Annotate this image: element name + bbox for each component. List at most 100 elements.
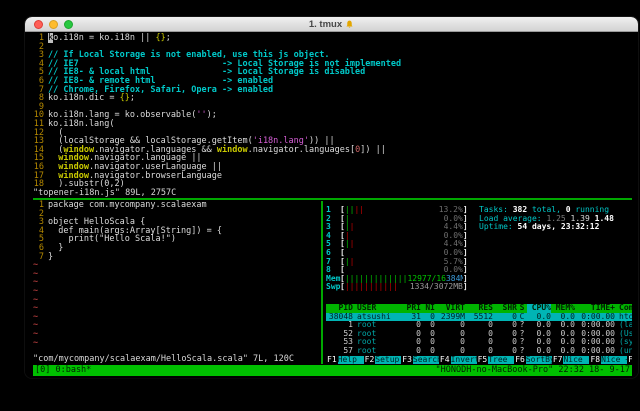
meter-bar-red: | (345, 232, 350, 241)
js-code-lines: 1ko.i18n = ko.i18n || {};23// If Local S… (33, 34, 632, 189)
meter-bar-red: ||||||||||| (345, 283, 398, 292)
meter-bar-red: | (350, 223, 355, 232)
vim-tilde: ~ (33, 321, 321, 330)
fkey-button[interactable]: F9Kill (627, 356, 632, 365)
meter-value: 1334/3072MB (410, 283, 463, 292)
code-line: 1ko.i18n = ko.i18n || {}; (33, 34, 632, 43)
terminal-window: 1. tmux 1ko.i18n = ko.i18n || {};23// If… (25, 17, 638, 378)
process-row[interactable]: 1root00000?0.00.00:00.00(launchd) (326, 321, 632, 330)
fkey-button[interactable]: F2Setup (364, 356, 402, 365)
htop-function-key-bar: F1HelpF2SetupF3SearchF4InvertF5TreeF6Sor… (326, 356, 632, 365)
traffic-lights (34, 17, 73, 31)
meter-label: Swp (326, 283, 340, 292)
meter-bar-red: | (350, 258, 355, 267)
tmux-hostname-clock: "HONODH-no-MacBook-Pro" 22:32 18- 9-17 (436, 365, 630, 376)
scala-code-lines: 1package com.mycompany.scalaexam23object… (33, 201, 321, 261)
column-header[interactable]: RES (465, 304, 493, 313)
meter-value: 384MB (446, 275, 463, 284)
vim-js-statusline: "topener-i18n.js" 89L, 2757C (33, 189, 632, 198)
meter-value: 4.4% (444, 240, 463, 249)
vim-tilde: ~ (33, 339, 321, 348)
fkey-number: F6 (514, 356, 526, 365)
window-titlebar[interactable]: 1. tmux (25, 17, 638, 32)
zoom-button[interactable] (64, 20, 73, 29)
meter-bar-red: | (350, 240, 355, 249)
code-line: 8ko.i18n.dic = {}; (33, 94, 632, 103)
code-line: 6 } (33, 244, 321, 253)
fkey-button[interactable]: F8Nice + (589, 356, 627, 365)
fkey-button[interactable]: F5Tree (477, 356, 515, 365)
fkey-label: SortBy (526, 356, 552, 365)
terminal-content: 1ko.i18n = ko.i18n || {};23// If Local S… (25, 32, 638, 378)
column-header[interactable]: TIME+ (575, 304, 615, 313)
fkey-number: F2 (364, 356, 376, 365)
column-header[interactable]: MEM% (551, 304, 575, 313)
column-header[interactable]: SHR (493, 304, 517, 313)
fkey-label: Nice + (601, 356, 627, 365)
bell-icon (345, 20, 354, 29)
cpu-meter: 3[||4.4%] (326, 223, 474, 232)
vim-tilde: ~ (33, 304, 321, 313)
fkey-label: Setup (375, 356, 401, 365)
meter-bar-red: || (354, 206, 364, 215)
vim-tilde: ~ (33, 330, 321, 339)
cpu-meter: 4[|0.0%] (326, 232, 474, 241)
fkey-button[interactable]: F1Help (326, 356, 364, 365)
fkey-number: F1 (326, 356, 338, 365)
process-row[interactable]: 53root00000?0.00.00:00.00(syslogd) (326, 338, 632, 347)
column-header[interactable]: CPU% (527, 304, 551, 313)
fkey-button[interactable]: F3Search (401, 356, 439, 365)
meter-value: 0.0% (444, 266, 463, 275)
meter-bar-green: || (345, 206, 355, 215)
meter-value: 0.0% (444, 232, 463, 241)
column-header[interactable]: S (517, 304, 527, 313)
fkey-number: F7 (552, 356, 564, 365)
window-title-text: 1. tmux (309, 19, 342, 30)
htop-pane[interactable]: 1[||||13.2%]2[|0.0%]3[||4.4%]4[|0.0%]5[|… (323, 201, 632, 364)
code-line: 11ko.i18n.lang( (33, 120, 632, 129)
minimize-button[interactable] (49, 20, 58, 29)
meter-value: 5.7% (444, 258, 463, 267)
meter-value: 12977/16 (407, 275, 446, 284)
column-header[interactable]: PRI (403, 304, 421, 313)
code-line: 7} (33, 253, 321, 262)
fkey-label: Search (413, 356, 439, 365)
column-header[interactable]: NI (421, 304, 435, 313)
meter-bar-green: | (345, 215, 350, 224)
fkey-button[interactable]: F6SortBy (514, 356, 552, 365)
column-header[interactable]: USER (353, 304, 403, 313)
cpu-meter: 7[||5.7%] (326, 258, 474, 267)
meter-value: 0.0% (444, 249, 463, 258)
fkey-number: F8 (589, 356, 601, 365)
vim-scala-pane[interactable]: 1package com.mycompany.scalaexam23object… (33, 201, 321, 364)
fkey-button[interactable]: F7Nice - (552, 356, 590, 365)
cpu-meter: 8[0.0%] (326, 266, 474, 275)
fkey-number: F3 (401, 356, 413, 365)
vim-tilde: ~ (33, 313, 321, 322)
tmux-session-window-label[interactable]: [0] 0:bash* (35, 365, 91, 376)
vim-empty-lines: ~~~~~~~~~~ (33, 261, 321, 347)
code-line: 10ko.i18n.lang = ko.observable(''); (33, 111, 632, 120)
process-table-header: PIDUSERPRINIVIRTRESSHRSCPU%MEM%TIME+Comm… (326, 304, 632, 313)
vim-tilde: ~ (33, 287, 321, 296)
close-button[interactable] (34, 20, 43, 29)
cpu-meter: 6[0.0%] (326, 249, 474, 258)
cpu-meter: 1[||||13.2%] (326, 206, 474, 215)
vim-scala-statusline: "com/mycompany/scalaexam/HelloScala.scal… (33, 355, 321, 364)
meter-bar-green: ||||||||||||| (345, 275, 408, 284)
column-header[interactable]: PID (326, 304, 353, 313)
column-header[interactable]: VIRT (435, 304, 465, 313)
fkey-label: Nice - (563, 356, 589, 365)
column-header[interactable]: Command (615, 304, 632, 313)
fkey-button[interactable]: F4Invert (439, 356, 477, 365)
process-row[interactable]: 38048atsushi3102399M55120C0.00.00:00.00h… (326, 313, 632, 322)
cpu-meter: 5[||4.4%] (326, 240, 474, 249)
vim-js-pane[interactable]: 1ko.i18n = ko.i18n || {};23// If Local S… (33, 34, 632, 197)
cpu-meter: 2[|0.0%] (326, 215, 474, 224)
vim-tilde: ~ (33, 270, 321, 279)
process-row[interactable]: 52root00000?0.00.00:00.00(UserEventA (326, 330, 632, 339)
fkey-label: Help (338, 356, 364, 365)
process-row[interactable]: 57root00000?0.00.00:00.00(uninstalld (326, 347, 632, 356)
meter-value: 0.0% (444, 215, 463, 224)
meter-value: 4.4% (444, 223, 463, 232)
